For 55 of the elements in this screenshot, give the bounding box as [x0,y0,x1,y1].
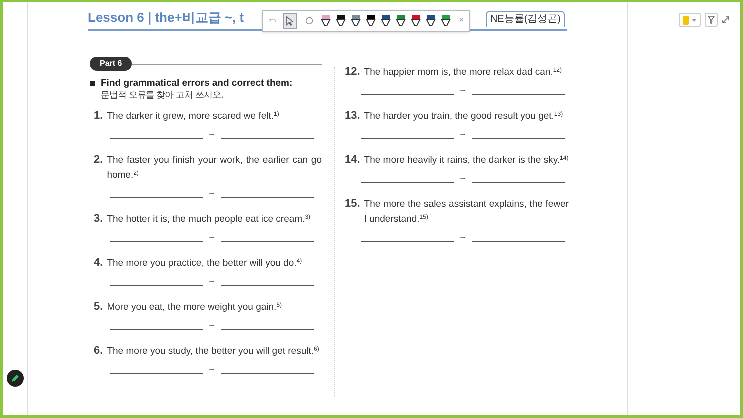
arrow-text: → [208,231,216,243]
pen-icon[interactable] [441,14,451,28]
part-label: Part 6 [90,57,132,71]
pen-icon[interactable] [426,14,436,28]
question-number: 3. [94,212,104,227]
caret-icon [692,18,697,22]
question-text: The more you study, the better you will get result.$^{6)}$ [107,345,320,359]
pen-icon[interactable] [411,14,421,28]
arrow-text: → [208,363,216,375]
arrow-text: → [208,275,216,287]
lesson-title: Lesson 6 | the+비교급 ~, t [88,8,244,27]
arrow-text: → [459,172,467,184]
question-text: The darker it grew, more scared we felt.$^{1)}$ [107,110,280,124]
pen-icon [10,374,20,383]
cursor-icon [286,16,294,26]
question-text: The hotter it is, the much people eat ice cream.$^{3)}$ [107,213,311,227]
question-text: The more the sales assistant explains, the fewer I understand.$^{15)}$ [364,198,569,227]
question-number: 12. [345,65,360,80]
question-number: 13. [345,109,360,124]
bullet-icon [90,81,95,86]
arrow-text: → [459,84,467,96]
pen-icon[interactable] [381,14,391,28]
question-number: 15. [345,197,360,212]
question-text: More you eat, the more weight you gain.$^{5)}$ [107,301,282,315]
question-text: The more heavily it rains, the darker is the sky.$^{14)}$ [364,154,569,168]
question-text: The harder you train, the good result you get.$^{13)}$ [364,110,564,124]
arrow-text: → [208,319,216,331]
pen-icon[interactable] [396,14,406,28]
arrow-text: → [208,187,216,199]
question-text: The more you practice, the better will you do.$^{4)}$ [107,257,302,271]
pen-icon[interactable] [336,14,346,28]
instruction-korean: 문법적 오류를 찾아 고쳐 쓰시오. [101,90,224,103]
expand-icon[interactable] [722,16,730,24]
question-text: The happier mom is, the more relax dad can.$^{12)}$ [364,66,562,80]
question-number: 4. [94,256,104,271]
question-number: 14. [345,153,360,168]
instruction-text: Find grammatical errors and correct them: [101,77,293,90]
highlighter-icon [683,16,689,24]
question-number: 1. [94,109,104,124]
question-number: 5. [94,300,104,315]
pen-button[interactable] [6,370,24,387]
lasso-icon [304,16,314,26]
pen-icon[interactable] [351,14,361,28]
select-tool[interactable] [283,13,297,29]
pen-icon[interactable] [366,14,376,28]
funnel-icon[interactable] [705,13,718,27]
question-number: 2. [94,153,104,168]
publisher-label: NE능률(김성곤) [486,11,565,27]
question-text: The faster you finish your work, the earlier can go home.$^{2)}$ [107,154,322,183]
close-button[interactable]: × [459,14,464,28]
question-number: 6. [94,344,104,359]
arrow-text: → [208,128,216,140]
arrow-text: → [459,128,467,140]
pen-icon[interactable] [321,14,331,28]
arrow-text: → [459,231,467,243]
